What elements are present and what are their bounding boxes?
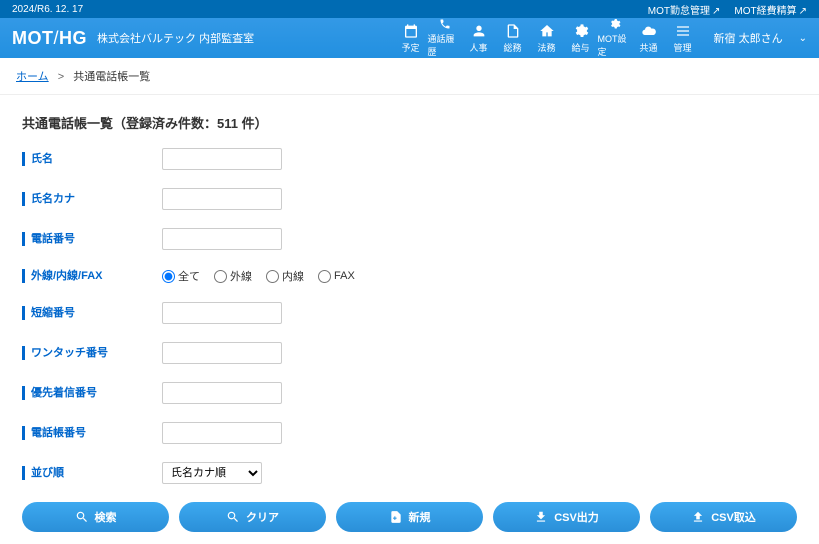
external-icon: ↗ [712,6,720,17]
company-name: 株式会社バルテック 内部監査室 [97,30,254,46]
nav-admin[interactable]: 管理 [666,18,700,58]
scale-icon [539,23,555,39]
kana-input[interactable] [162,188,282,210]
user-menu[interactable]: 新宿 太郎さん ⌄ [714,30,807,46]
nav-general[interactable]: 総務 [496,18,530,58]
page-title: 共通電話帳一覧（登録済み件数：511 件） [22,113,797,132]
label-book: 電話帳番号 [22,426,162,440]
upload-icon [691,510,705,524]
label-sort: 並び順 [22,466,162,480]
nav-schedule[interactable]: 予定 [394,18,428,58]
onetouch-input[interactable] [162,342,282,364]
nav-legal[interactable]: 法務 [530,18,564,58]
csv-export-button[interactable]: CSV出力 [493,502,640,532]
top-link-expense[interactable]: MOT経費精算↗ [734,2,807,17]
label-short: 短縮番号 [22,306,162,320]
book-input[interactable] [162,422,282,444]
label-line-type: 外線/内線/FAX [22,269,162,283]
radio-external[interactable]: 外線 [214,268,252,284]
label-kana: 氏名カナ [22,192,162,206]
external-icon: ↗ [799,6,807,17]
label-priority: 優先着信番号 [22,386,162,400]
list-icon [675,23,691,39]
chevron-down-icon: ⌄ [799,33,807,44]
radio-fax[interactable]: FAX [318,270,355,283]
cloud-icon [641,23,657,39]
breadcrumb-current: 共通電話帳一覧 [73,71,150,83]
new-button[interactable]: 新規 [336,502,483,532]
gear-icon [607,18,623,30]
search-icon [75,510,89,524]
nav-call-history[interactable]: 通話履歴 [428,18,462,58]
priority-input[interactable] [162,382,282,404]
search-icon [226,510,240,524]
label-name: 氏名 [22,152,162,166]
calendar-icon [403,23,419,39]
label-onetouch: ワンタッチ番号 [22,346,162,360]
breadcrumb-home[interactable]: ホーム [16,71,49,83]
short-input[interactable] [162,302,282,324]
person-icon [471,23,487,39]
breadcrumb: ホーム > 共通電話帳一覧 [0,58,819,95]
csv-import-button[interactable]: CSV取込 [650,502,797,532]
label-phone: 電話番号 [22,232,162,246]
nav-common[interactable]: 共通 [632,18,666,58]
radio-internal[interactable]: 内線 [266,268,304,284]
date-display: 2024/R6. 12. 17 [12,4,83,15]
nav-hr[interactable]: 人事 [462,18,496,58]
document-icon [505,23,521,39]
nav-payroll[interactable]: 給与 [564,18,598,58]
nav-mot-settings[interactable]: MOT設定 [598,18,632,58]
logo: MOT/HG [12,28,87,49]
gear-icon [573,23,589,39]
download-icon [534,510,548,524]
name-input[interactable] [162,148,282,170]
phone-icon [437,18,453,30]
new-icon [389,510,403,524]
search-button[interactable]: 検索 [22,502,169,532]
radio-all[interactable]: 全て [162,268,200,284]
sort-select[interactable]: 氏名カナ順 [162,462,262,484]
phone-input[interactable] [162,228,282,250]
top-link-attendance[interactable]: MOT勤怠管理↗ [648,2,721,17]
clear-button[interactable]: クリア [179,502,326,532]
